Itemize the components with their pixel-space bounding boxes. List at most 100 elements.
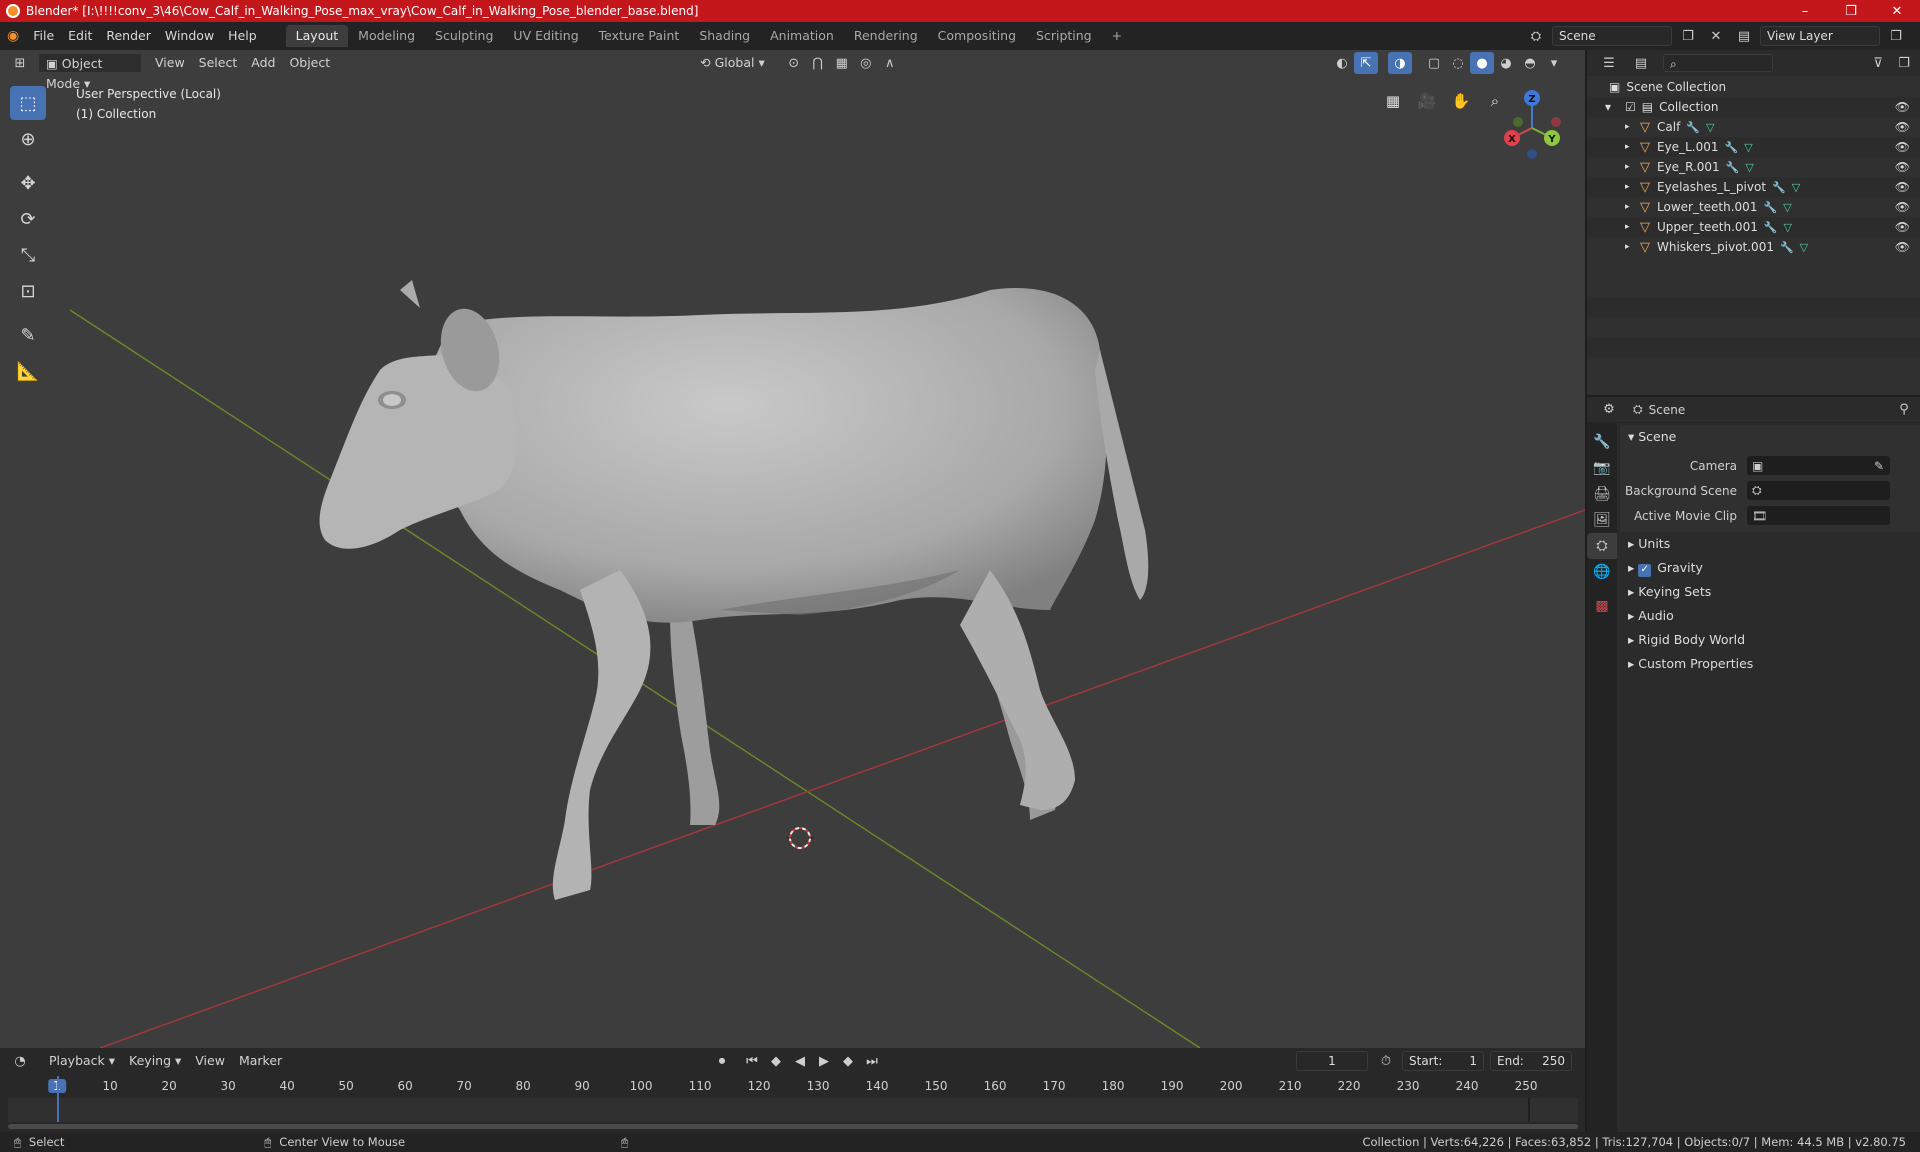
view-layer-icon[interactable]: ▤ <box>1732 25 1756 47</box>
eye-icon[interactable]: 👁 <box>1895 240 1910 254</box>
mesh-data-icon[interactable]: ▽ <box>1783 201 1791 214</box>
gravity-checkbox[interactable]: ✓ <box>1638 563 1652 577</box>
snap-icon[interactable]: ⋂ <box>806 52 830 74</box>
preview-range-icon[interactable]: ⏱ <box>1374 1050 1398 1072</box>
eye-icon[interactable]: 👁 <box>1895 180 1910 194</box>
view-layer-tab-icon[interactable]: 🖼 <box>1587 507 1617 533</box>
proportional-edit-icon[interactable]: ◎ <box>854 52 878 74</box>
new-collection-icon[interactable]: ❐ <box>1892 52 1916 74</box>
start-frame-field[interactable]: Start: 1 <box>1402 1051 1484 1071</box>
collection-checkbox[interactable]: ☑ <box>1625 100 1636 114</box>
rigid-body-world-panel[interactable]: ▸ Rigid Body World <box>1620 628 1920 652</box>
eye-icon[interactable]: 👁 <box>1895 220 1910 234</box>
eye-icon[interactable]: 👁 <box>1895 120 1910 134</box>
transform-orientation-dropdown[interactable]: ⟲ Global ▾ <box>693 53 772 73</box>
eye-icon[interactable]: 👁 <box>1895 200 1910 214</box>
eye-icon[interactable]: 👁 <box>1895 160 1910 174</box>
outliner-editor-type-icon[interactable]: ☰ <box>1597 52 1621 74</box>
view-layer-field[interactable]: View Layer <box>1760 26 1880 46</box>
menu-window[interactable]: Window <box>158 25 221 47</box>
properties-editor-type-icon[interactable]: ⚙ <box>1597 399 1621 421</box>
editor-type-icon[interactable]: ⊞ <box>8 52 32 74</box>
pin-icon[interactable]: ⚲ <box>1892 399 1916 421</box>
outliner-object-row[interactable]: ▸ ▽ Eyelashes_L_pivot 🔧 ▽ 👁 <box>1587 177 1920 197</box>
collapse-arrow-icon[interactable]: ▾ <box>1605 100 1617 114</box>
view-menu[interactable]: View <box>148 53 192 73</box>
marker-menu[interactable]: Marker <box>232 1051 289 1071</box>
tool-tab-icon[interactable]: 🔧 <box>1587 429 1617 455</box>
scene-name-field[interactable]: Scene <box>1552 26 1672 46</box>
new-view-layer-icon[interactable]: ❐ <box>1884 25 1908 47</box>
timeline-scrollbar[interactable] <box>8 1124 1578 1129</box>
camera-view-icon[interactable]: 🎥 <box>1414 88 1440 114</box>
expand-arrow-icon[interactable]: ▸ <box>1625 182 1637 192</box>
tab-texture-paint[interactable]: Texture Paint <box>589 25 690 47</box>
outliner-collection[interactable]: ▾ ☑ ▤ Collection 👁 <box>1587 97 1920 117</box>
overlay-toggle-icon[interactable]: ◑ <box>1388 52 1412 74</box>
mesh-data-icon[interactable]: ▽ <box>1706 121 1714 134</box>
measure-tool-icon[interactable]: 📐 <box>10 354 46 388</box>
scene-tab-icon[interactable]: ⛭ <box>1587 533 1617 559</box>
eye-icon[interactable]: 👁 <box>1895 100 1910 114</box>
timeline-ruler[interactable]: 1102030405060708090100110120130140150160… <box>8 1076 1578 1098</box>
menu-render[interactable]: Render <box>99 25 158 47</box>
texture-tab-icon[interactable]: ▩ <box>1587 593 1617 619</box>
outliner-object-row[interactable]: ▸ ▽ Eye_L.001 🔧 ▽ 👁 <box>1587 137 1920 157</box>
pivot-point-icon[interactable]: ⊙ <box>782 52 806 74</box>
keying-sets-panel[interactable]: ▸ Keying Sets <box>1620 580 1920 604</box>
xray-icon[interactable]: ▢ <box>1422 52 1446 74</box>
display-mode-icon[interactable]: ▤ <box>1629 52 1653 74</box>
modifier-wrench-icon[interactable]: 🔧 <box>1772 181 1786 194</box>
expand-arrow-icon[interactable]: ▸ <box>1625 122 1637 132</box>
eyedropper-icon[interactable]: ✎ <box>1874 459 1884 473</box>
scene-browse-icon[interactable]: ⛭ <box>1524 25 1548 47</box>
world-tab-icon[interactable]: 🌐 <box>1587 559 1617 585</box>
timeline-editor-type-icon[interactable]: ◔ <box>8 1050 32 1072</box>
outliner-object-row[interactable]: ▸ ▽ Whiskers_pivot.001 🔧 ▽ 👁 <box>1587 237 1920 257</box>
camera-field[interactable]: ▣ ✎ <box>1747 456 1890 475</box>
playback-menu[interactable]: Playback ▾ <box>42 1051 122 1071</box>
end-frame-field[interactable]: End: 250 <box>1490 1051 1572 1071</box>
3d-cursor[interactable] <box>786 827 814 849</box>
expand-arrow-icon[interactable]: ▸ <box>1625 222 1637 232</box>
mesh-data-icon[interactable]: ▽ <box>1745 161 1753 174</box>
close-button[interactable]: ✕ <box>1874 0 1920 22</box>
tab-shading[interactable]: Shading <box>689 25 760 47</box>
eye-icon[interactable]: 👁 <box>1895 140 1910 154</box>
tab-modeling[interactable]: Modeling <box>348 25 425 47</box>
outliner-object-row[interactable]: ▸ ▽ Upper_teeth.001 🔧 ▽ 👁 <box>1587 217 1920 237</box>
add-workspace-button[interactable]: + <box>1102 25 1132 47</box>
transform-tool-icon[interactable]: ⊡ <box>10 274 46 308</box>
custom-properties-panel[interactable]: ▸ Custom Properties <box>1620 652 1920 676</box>
modifier-wrench-icon[interactable]: 🔧 <box>1780 241 1794 254</box>
mesh-data-icon[interactable]: ▽ <box>1800 241 1808 254</box>
outliner-object-row[interactable]: ▸ ▽ Calf 🔧 ▽ 👁 <box>1587 117 1920 137</box>
select-box-tool-icon[interactable]: ⬚ <box>10 86 46 120</box>
outliner-search-input[interactable]: ⌕ <box>1663 54 1773 72</box>
wireframe-shading-icon[interactable]: ◌ <box>1446 52 1470 74</box>
modifier-wrench-icon[interactable]: 🔧 <box>1726 161 1740 174</box>
material-shading-icon[interactable]: ◕ <box>1494 52 1518 74</box>
expand-arrow-icon[interactable]: ▸ <box>1625 202 1637 212</box>
mesh-data-icon[interactable]: ▽ <box>1792 181 1800 194</box>
annotate-tool-icon[interactable]: ✎ <box>10 318 46 352</box>
current-frame-field[interactable]: 1 <box>1296 1051 1368 1071</box>
modifier-wrench-icon[interactable]: 🔧 <box>1764 221 1778 234</box>
tab-sculpting[interactable]: Sculpting <box>425 25 503 47</box>
tab-rendering[interactable]: Rendering <box>844 25 928 47</box>
rotate-tool-icon[interactable]: ⟳ <box>10 202 46 236</box>
play-icon[interactable]: ▶ <box>812 1050 836 1072</box>
mesh-data-icon[interactable]: ▽ <box>1784 221 1792 234</box>
scale-tool-icon[interactable]: ⤡ <box>10 238 46 272</box>
modifier-wrench-icon[interactable]: 🔧 <box>1763 201 1777 214</box>
tab-layout[interactable]: Layout <box>285 25 349 47</box>
tab-uv-editing[interactable]: UV Editing <box>503 25 588 47</box>
gravity-panel[interactable]: ▸ ✓ Gravity <box>1620 556 1920 580</box>
falloff-icon[interactable]: ∧ <box>878 52 902 74</box>
minimize-button[interactable]: – <box>1782 0 1828 22</box>
jump-start-icon[interactable]: ⏮ <box>740 1050 764 1072</box>
units-panel[interactable]: ▸ Units <box>1620 532 1920 556</box>
move-tool-icon[interactable]: ✥ <box>10 166 46 200</box>
outliner-object-row[interactable]: ▸ ▽ Lower_teeth.001 🔧 ▽ 👁 <box>1587 197 1920 217</box>
modifier-wrench-icon[interactable]: 🔧 <box>1686 121 1700 134</box>
